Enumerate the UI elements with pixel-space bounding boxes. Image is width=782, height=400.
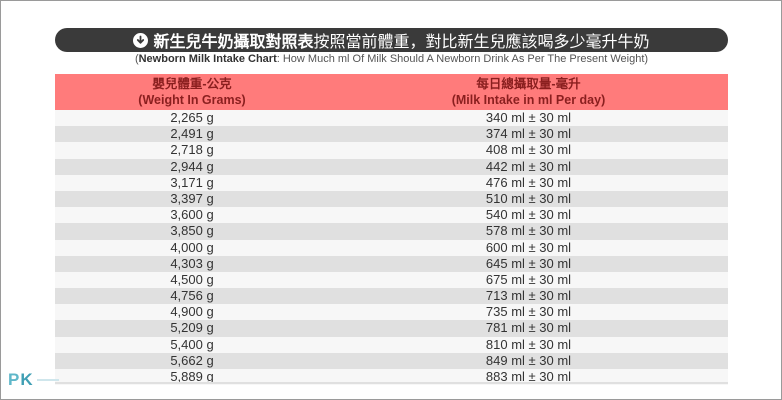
intake-cell: 645 ml ± 30 ml (485, 255, 572, 271)
table-row: 3,850 g 578 ml ± 30 ml (55, 223, 728, 240)
intake-cell: 408 ml ± 30 ml (485, 142, 572, 158)
intake-cell: 442 ml ± 30 ml (485, 158, 572, 174)
table-row: 4,500 g 675 ml ± 30 ml (55, 271, 728, 289)
table-row: 3,397 g 510 ml ± 30 ml (55, 190, 728, 208)
table-row: 4,303 g 645 ml ± 30 ml (55, 255, 728, 272)
header-intake-line2: (Milk Intake in ml Per day) (451, 93, 606, 107)
intake-cell: 540 ml ± 30 ml (485, 207, 572, 223)
table-row: 3,600 g 540 ml ± 30 ml (55, 207, 728, 224)
subtitle: (Newborn Milk Intake Chart: How Much ml … (55, 53, 728, 65)
intake-cell: 781 ml ± 30 ml (485, 320, 572, 336)
title-bold: 新生兒牛奶攝取對照表 (153, 34, 314, 51)
title-rest: 按照當前體重，對比新生兒應該喝多少毫升牛奶 (313, 34, 650, 51)
header-weight-line1: 嬰兒體重-公克 (152, 77, 232, 91)
table-row: 2,491 g 374 ml ± 30 ml (55, 126, 728, 143)
intake-cell: 600 ml ± 30 ml (485, 239, 572, 255)
header-intake: 每日總攝取量-毫升 (Milk Intake in ml Per day) (329, 74, 728, 110)
weight-cell: 3,850 g (170, 223, 214, 239)
intake-cell: 810 ml ± 30 ml (485, 336, 572, 352)
weight-cell: 4,900 g (170, 304, 214, 320)
weight-cell: 5,400 g (170, 336, 214, 352)
intake-cell: 849 ml ± 30 ml (485, 352, 572, 368)
milk-intake-table: 嬰兒體重-公克 (Weight In Grams) 每日總攝取量-毫升 (Mil… (55, 74, 728, 386)
weight-cell: 2,944 g (170, 158, 214, 174)
table-row: 5,400 g 810 ml ± 30 ml (55, 336, 728, 353)
weight-cell: 4,756 g (170, 288, 214, 304)
header-intake-line1: 每日總攝取量-毫升 (476, 77, 581, 91)
weight-cell: 2,491 g (170, 126, 214, 142)
logo-p: P (8, 370, 21, 389)
header-weight-line2: (Weight In Grams) (138, 93, 246, 107)
intake-cell: 675 ml ± 30 ml (485, 271, 572, 287)
table-row: 4,000 g 600 ml ± 30 ml (55, 239, 728, 256)
weight-cell: 3,171 g (170, 174, 214, 190)
subtitle-rest: : How Much ml Of Milk Should A Newborn D… (276, 53, 649, 65)
intake-cell: 476 ml ± 30 ml (485, 174, 572, 190)
table-body: 2,265 g 340 ml ± 30 ml 2,491 g 374 ml ± 30 … (55, 110, 728, 386)
table-row: 4,900 g 735 ml ± 30 ml (55, 304, 728, 321)
logo-k: K (20, 370, 34, 389)
table-row: 2,944 g 442 ml ± 30 ml (55, 158, 728, 175)
table-header: 嬰兒體重-公克 (Weight In Grams) 每日總攝取量-毫升 (Mil… (55, 74, 728, 110)
intake-cell: 578 ml ± 30 ml (485, 223, 572, 239)
table-row: 3,171 g 476 ml ± 30 ml (55, 174, 728, 191)
weight-cell: 3,397 g (170, 190, 214, 206)
intake-cell: 735 ml ± 30 ml (485, 304, 572, 320)
weight-cell: 4,000 g (170, 239, 214, 255)
weight-cell: 2,718 g (170, 142, 214, 158)
weight-cell: 5,209 g (170, 320, 214, 336)
table-row: 2,718 g 408 ml ± 30 ml (55, 142, 728, 159)
weight-cell: 2,265 g (170, 110, 214, 125)
intake-cell: 340 ml ± 30 ml (485, 110, 572, 125)
table-row: 2,265 g 340 ml ± 30 ml (55, 110, 728, 127)
intake-cell: 374 ml ± 30 ml (485, 126, 572, 142)
weight-cell: 4,303 g (170, 255, 214, 271)
logo-dash (36, 379, 59, 381)
weight-cell: 3,600 g (170, 207, 214, 223)
weight-cell: 5,662 g (170, 352, 214, 368)
weight-cell: 4,500 g (170, 271, 214, 287)
download-circle-icon (133, 32, 149, 48)
table-bottom-border (55, 382, 728, 384)
intake-cell: 510 ml ± 30 ml (485, 190, 572, 206)
table-row: 4,756 g 713 ml ± 30 ml (55, 288, 728, 305)
table-row: 5,662 g 849 ml ± 30 ml (55, 352, 728, 369)
title-bar: 新生兒牛奶攝取對照表 按照當前體重，對比新生兒應該喝多少毫升牛奶 (55, 28, 728, 52)
table-row: 5,209 g 781 ml ± 30 ml (55, 320, 728, 337)
site-logo: PK (8, 370, 59, 390)
subtitle-bold: Newborn Milk Intake Chart (138, 53, 277, 65)
header-weight: 嬰兒體重-公克 (Weight In Grams) (55, 74, 329, 110)
intake-cell: 713 ml ± 30 ml (485, 288, 572, 304)
